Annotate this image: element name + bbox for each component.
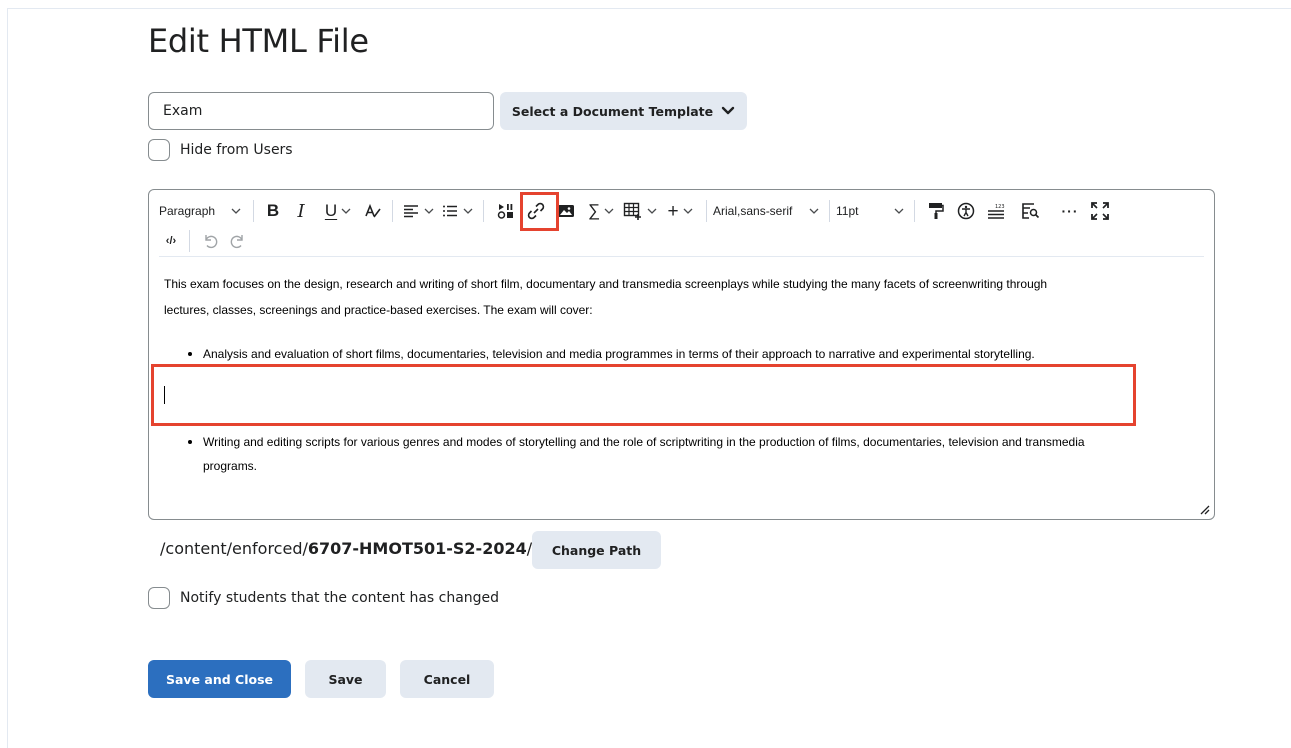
italic-button[interactable]: I: [286, 197, 316, 225]
editor-toolbar-row2: ‹/›: [159, 226, 252, 256]
hide-from-users-label: Hide from Users: [180, 142, 293, 158]
notify-students-label: Notify students that the content has cha…: [180, 590, 500, 606]
accessibility-icon: [957, 202, 975, 220]
format-painter-button[interactable]: [921, 197, 951, 225]
chevron-down-icon: [463, 208, 473, 214]
toolbar-separator: [706, 200, 707, 222]
list-dropdown[interactable]: [437, 197, 477, 225]
toolbar-separator: [914, 200, 915, 222]
page-title: Edit HTML File: [148, 22, 369, 60]
select-template-button[interactable]: Select a Document Template: [500, 92, 747, 130]
notify-students-option[interactable]: Notify students that the content has cha…: [148, 587, 499, 609]
content-path: /content/enforced/6707-HMOT501-S2-2024/: [160, 539, 532, 558]
hide-from-users-checkbox[interactable]: [148, 139, 170, 161]
preview-icon: [1022, 203, 1040, 219]
list-item: Writing and editing scripts for various …: [185, 430, 1200, 454]
notify-students-checkbox[interactable]: [148, 587, 170, 609]
resize-handle-icon[interactable]: [1198, 503, 1210, 515]
chevron-down-icon: [231, 208, 241, 214]
font-size-dropdown[interactable]: 11pt: [836, 197, 908, 225]
insert-media-button[interactable]: [490, 197, 522, 225]
toolbar-separator: [392, 200, 393, 222]
align-left-icon: [404, 205, 418, 218]
redo-button[interactable]: [224, 227, 252, 255]
chevron-down-icon: [341, 208, 351, 214]
block-format-dropdown[interactable]: Paragraph: [159, 197, 247, 225]
redo-icon: [230, 235, 243, 249]
intro-paragraph-line1: This exam focuses on the design, researc…: [164, 277, 1048, 291]
toolbar-divider: [159, 256, 1204, 257]
list-item-continuation: programs.: [203, 459, 258, 473]
font-size-label: 11pt: [836, 204, 859, 218]
more-options-button[interactable]: ···: [1051, 197, 1089, 225]
font-family-dropdown[interactable]: Arial,sans-serif: [713, 197, 823, 225]
word-count-button[interactable]: 123: [981, 197, 1011, 225]
word-count-icon: 123: [988, 204, 1005, 219]
toolbar-separator: [829, 200, 830, 222]
font-family-label: Arial,sans-serif: [713, 204, 793, 218]
toolbar-separator: [189, 230, 190, 252]
source-code-button[interactable]: ‹/›: [159, 227, 183, 255]
text-caret: [164, 386, 165, 404]
plus-glyph: +: [667, 200, 679, 222]
toolbar-separator: [483, 200, 484, 222]
fullscreen-button[interactable]: [1089, 197, 1111, 225]
paint-roller-icon: [929, 203, 944, 219]
chevron-down-icon: [604, 208, 614, 214]
hide-from-users-option[interactable]: Hide from Users: [148, 139, 293, 161]
change-path-button[interactable]: Change Path: [532, 531, 661, 569]
chevron-down-icon: [809, 208, 819, 214]
text-format-icon[interactable]: [360, 197, 386, 225]
table-icon: [623, 202, 641, 220]
undo-button[interactable]: [196, 227, 224, 255]
insert-image-button[interactable]: [550, 197, 582, 225]
intro-paragraph-line2: lectures, classes, screenings and practi…: [164, 303, 593, 317]
underline-glyph: U: [324, 201, 338, 220]
insert-dropdown[interactable]: +: [660, 197, 700, 225]
editor-toolbar-row1: Paragraph B I U ∑ + Arial,sans-serif 11p…: [159, 196, 1111, 226]
bullet-list-icon: [443, 205, 457, 217]
image-icon: [558, 205, 574, 217]
chevron-down-icon: [683, 208, 693, 214]
save-and-close-button[interactable]: Save and Close: [148, 660, 291, 698]
save-button[interactable]: Save: [305, 660, 386, 698]
accessibility-checker-button[interactable]: [951, 197, 981, 225]
sigma-glyph: ∑: [587, 201, 601, 220]
list-item: Analysis and evaluation of short films, …: [185, 342, 1200, 366]
link-icon: [527, 202, 545, 220]
path-prefix: /content/enforced/: [160, 539, 308, 558]
cancel-button[interactable]: Cancel: [400, 660, 494, 698]
undo-icon: [205, 235, 218, 249]
chevron-down-icon: [424, 208, 434, 214]
select-template-label: Select a Document Template: [511, 103, 714, 119]
media-icon: [497, 204, 513, 219]
chevron-down-icon: [894, 208, 904, 214]
fullscreen-icon: [1091, 202, 1109, 220]
path-course: 6707-HMOT501-S2-2024: [307, 539, 527, 558]
chevron-down-icon: [647, 208, 657, 214]
align-dropdown[interactable]: [399, 197, 437, 225]
title-input[interactable]: Exam: [148, 92, 494, 130]
html-editor[interactable]: Paragraph B I U ∑ + Arial,sans-serif 11p…: [148, 189, 1215, 520]
preview-button[interactable]: [1011, 197, 1051, 225]
svg-text:123: 123: [995, 204, 1005, 210]
chevron-down-icon: [721, 106, 735, 115]
insert-link-button[interactable]: [522, 197, 550, 225]
block-format-label: Paragraph: [159, 204, 216, 218]
underline-button[interactable]: U: [316, 197, 360, 225]
bold-button[interactable]: B: [260, 197, 286, 225]
equation-dropdown[interactable]: ∑: [582, 197, 620, 225]
table-dropdown[interactable]: [620, 197, 660, 225]
toolbar-separator: [253, 200, 254, 222]
